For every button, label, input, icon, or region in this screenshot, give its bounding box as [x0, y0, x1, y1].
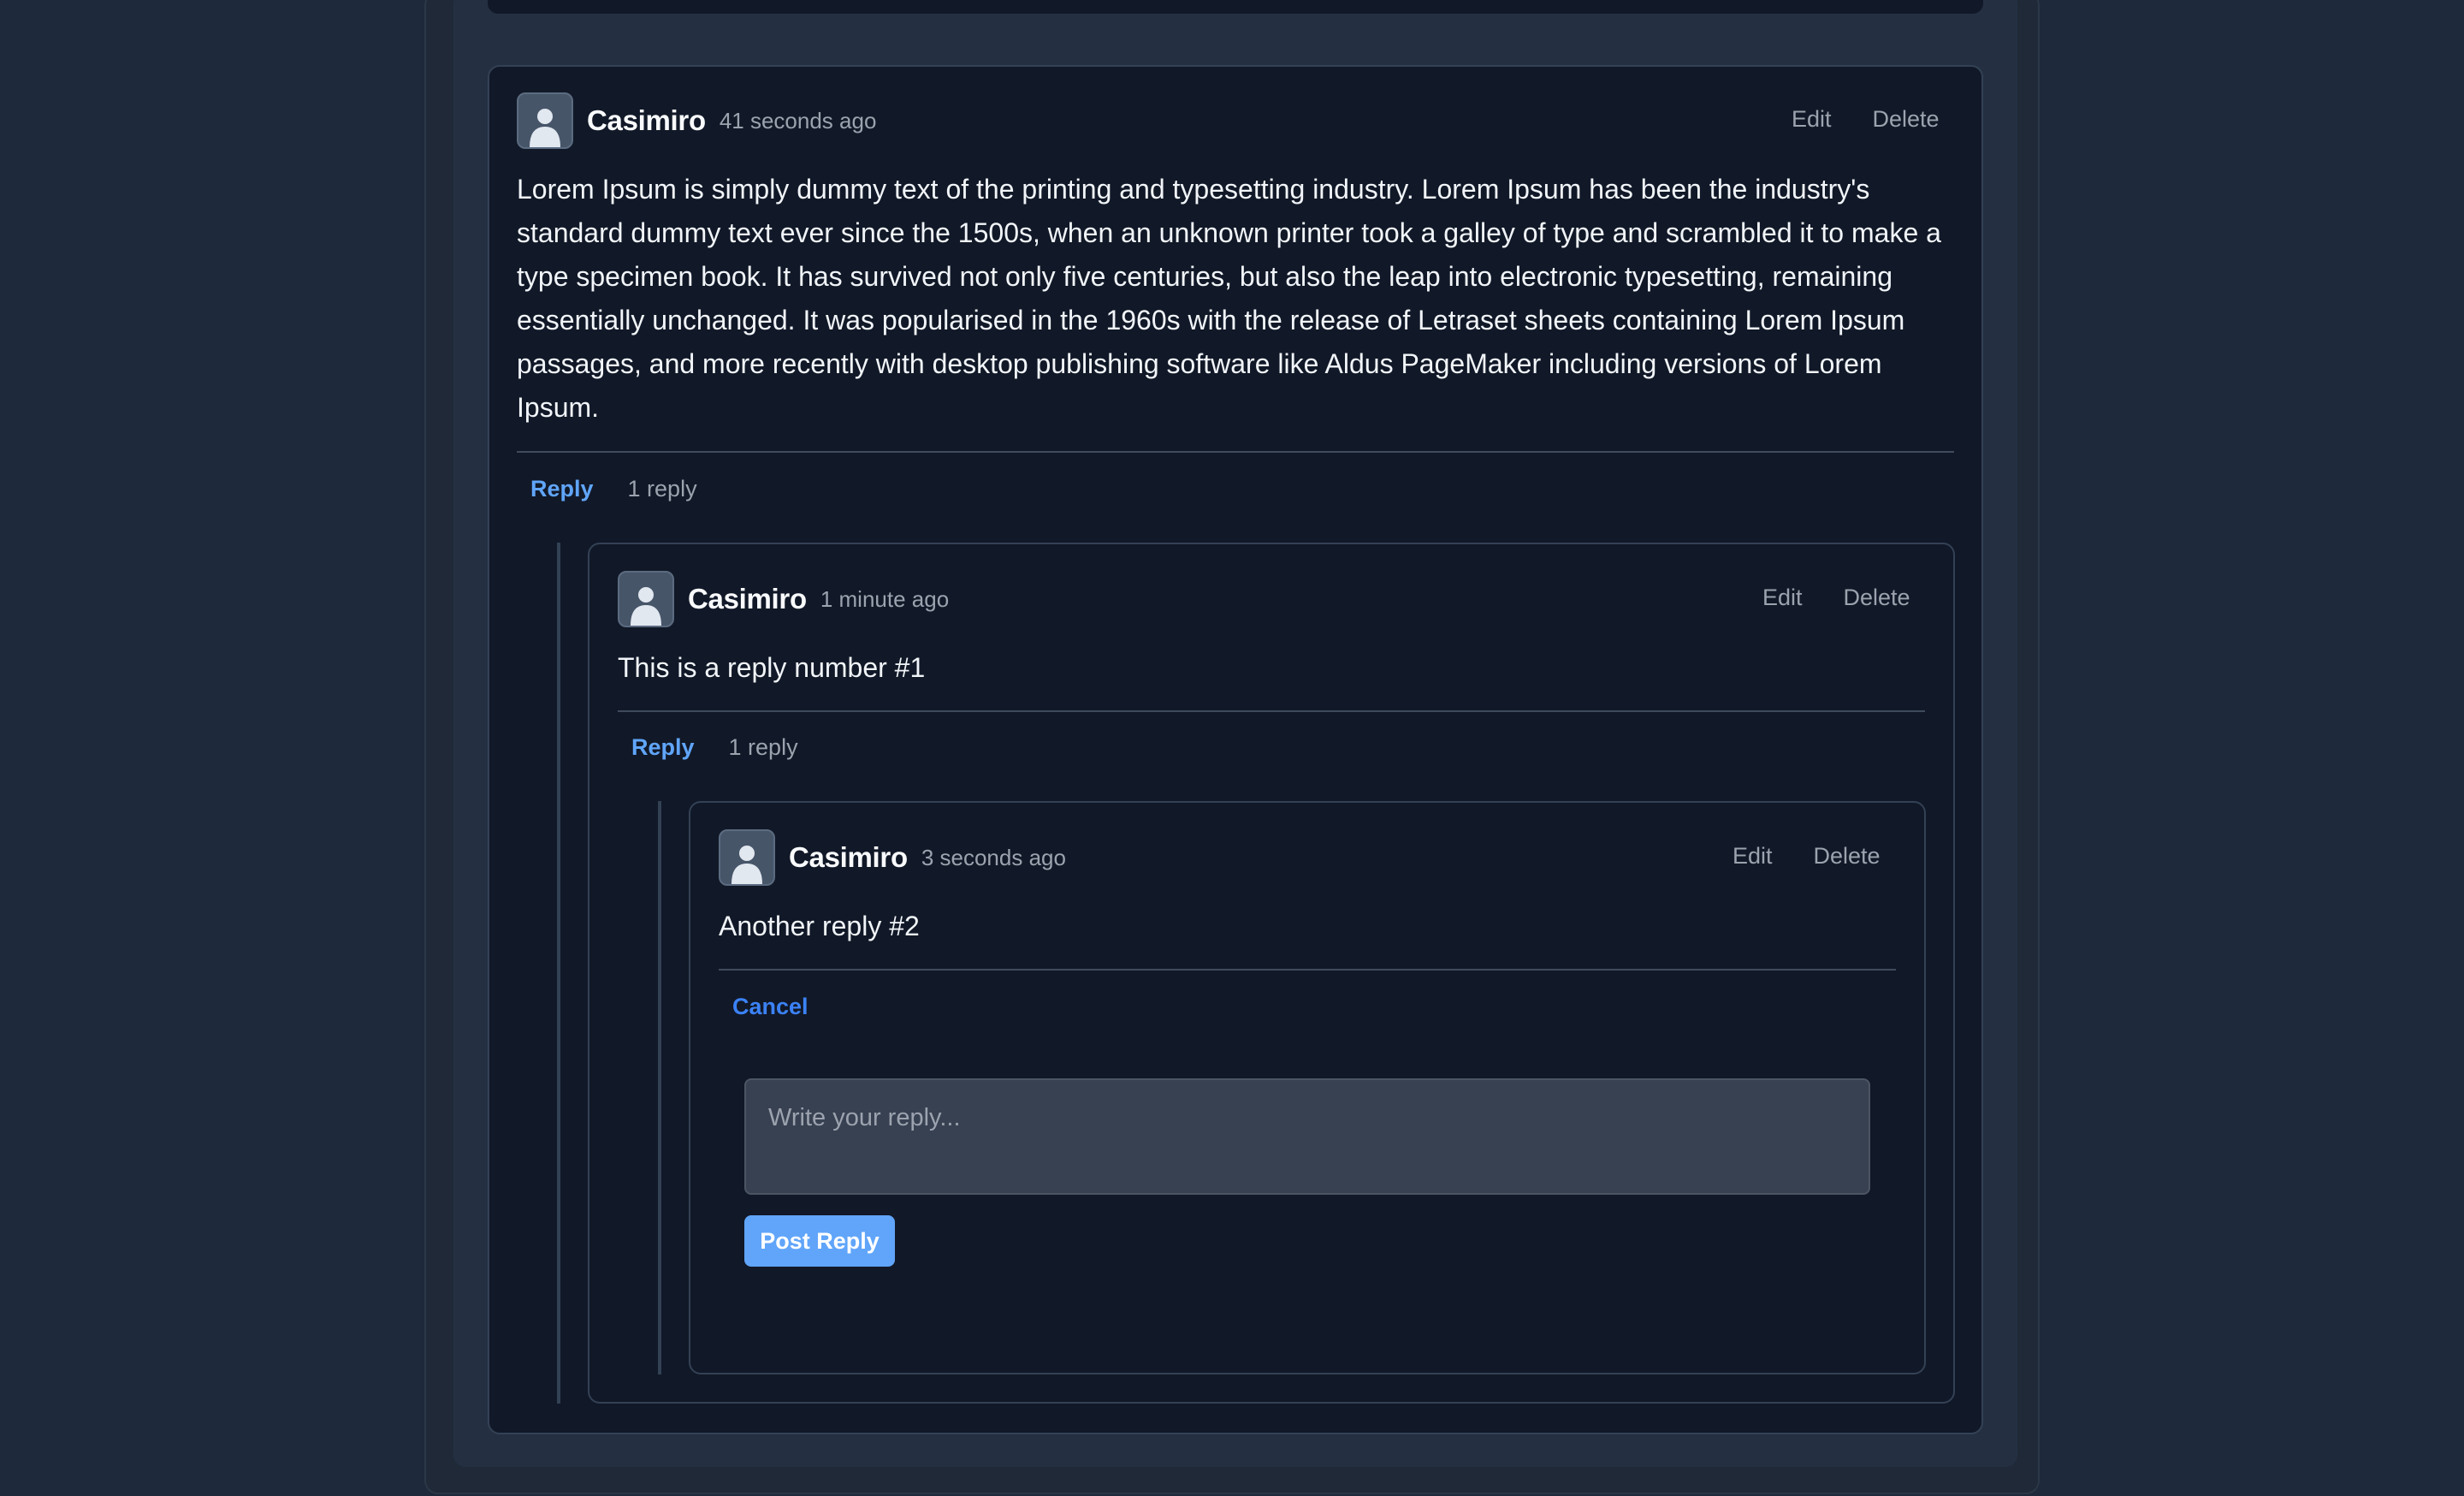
nested-reply-actions: Edit Delete [1732, 843, 1881, 870]
previous-comment-card [488, 0, 1983, 14]
delete-button[interactable]: Delete [1844, 585, 1910, 611]
thread-line [658, 801, 661, 1374]
reply-actions: Edit Delete [1762, 585, 1910, 611]
post-reply-button[interactable]: Post Reply [744, 1215, 895, 1267]
reply-body: This is a reply number #1 [618, 652, 926, 683]
comment-divider [517, 451, 1954, 453]
reply-button[interactable]: Reply [631, 734, 695, 761]
edit-button[interactable]: Edit [1762, 585, 1803, 611]
delete-button[interactable]: Delete [1873, 106, 1940, 133]
reply-count[interactable]: 1 reply [729, 734, 798, 761]
comment-timestamp: 41 seconds ago [719, 107, 877, 134]
nested-reply-divider [719, 969, 1896, 971]
nested-reply-timestamp: 3 seconds ago [921, 844, 1066, 870]
cancel-button[interactable]: Cancel [732, 994, 808, 1020]
reply-header: Casimiro 1 minute ago [618, 571, 949, 627]
reply-divider [618, 710, 1925, 712]
reply-author: Casimiro [688, 583, 807, 614]
edit-button[interactable]: Edit [1732, 843, 1773, 870]
comment-header: Casimiro 41 seconds ago [517, 92, 876, 149]
user-avatar-icon [719, 829, 775, 886]
delete-button[interactable]: Delete [1814, 843, 1881, 870]
nested-reply-author: Casimiro [789, 841, 908, 873]
reply-timestamp: 1 minute ago [820, 585, 950, 612]
comment-body: Lorem Ipsum is simply dummy text of the … [517, 174, 1941, 423]
edit-button[interactable]: Edit [1792, 106, 1832, 133]
comment-footer: Reply 1 reply [530, 476, 697, 502]
reply-footer: Reply 1 reply [631, 734, 798, 761]
nested-reply-header: Casimiro 3 seconds ago [719, 829, 1066, 886]
comment-actions: Edit Delete [1792, 106, 1940, 133]
reply-input[interactable] [744, 1078, 1870, 1195]
nested-reply-body: Another reply #2 [719, 911, 920, 941]
reply-button[interactable]: Reply [530, 476, 594, 502]
user-avatar-icon [618, 571, 674, 627]
user-avatar-icon [517, 92, 573, 149]
thread-line [557, 543, 560, 1404]
reply-count[interactable]: 1 reply [628, 476, 697, 502]
comment-author: Casimiro [587, 104, 706, 136]
